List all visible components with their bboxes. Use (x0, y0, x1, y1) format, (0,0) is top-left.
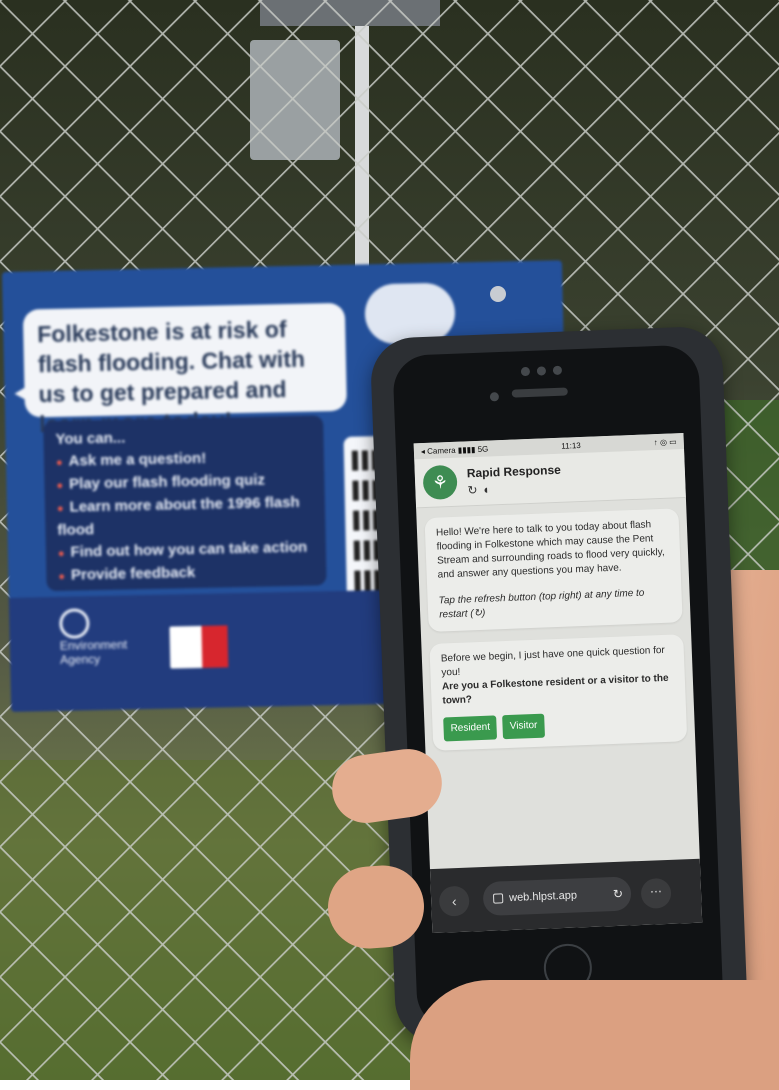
chat-thread: Hello! We're here to talk to you today a… (416, 498, 696, 761)
status-right: ↑ ◎ ▭ (653, 436, 677, 447)
tabs-icon (492, 893, 504, 904)
kent-council-logo (169, 625, 229, 669)
sign-options-panel: You can... Ask me a question! Play our f… (43, 415, 327, 592)
restart-hint: Tap the refresh button (top right) at an… (438, 587, 645, 621)
earpiece (511, 387, 568, 398)
back-button[interactable]: ‹ (438, 885, 470, 917)
visitor-button[interactable]: Visitor (502, 713, 545, 740)
chat-message: Before we begin, I just have one quick q… (429, 634, 688, 751)
tree-icon: ⚘ (422, 464, 458, 501)
sign-screw (490, 286, 506, 302)
environment-agency-logo: Environment Agency (59, 607, 160, 667)
status-left: ◂ Camera ▮▮▮▮ 5G (420, 444, 489, 456)
contrast-icon[interactable]: ◐ (483, 482, 497, 496)
phone-screen: ◂ Camera ▮▮▮▮ 5G 11:13 ↑ ◎ ▭ ⚘ Rapid Res… (413, 433, 703, 934)
browser-toolbar: ‹ web.hlpst.app ↻ ⋯ (429, 858, 703, 934)
front-sensor (552, 365, 563, 375)
phone-bezel: ◂ Camera ▮▮▮▮ 5G 11:13 ↑ ◎ ▭ ⚘ Rapid Res… (392, 344, 724, 1030)
url-bar[interactable]: web.hlpst.app ↻ (482, 876, 632, 917)
sign-item: Learn more about the 1996 flash flood (57, 492, 314, 542)
app-title: Rapid Response (466, 462, 562, 480)
reload-icon[interactable]: ↻ (612, 877, 624, 911)
sign-item: Provide feedback (58, 560, 314, 588)
header-actions[interactable]: ↻◐ (467, 479, 561, 497)
front-sensor (520, 366, 531, 377)
chat-message: Hello! We're here to talk to you today a… (424, 508, 683, 632)
sign-headline: Folkestone is at risk of flash flooding.… (22, 302, 347, 437)
smartphone: ◂ Camera ▮▮▮▮ 5G 11:13 ↑ ◎ ▭ ⚘ Rapid Res… (369, 325, 749, 1045)
refresh-icon[interactable]: ↻ (467, 482, 484, 497)
front-sensor (536, 366, 547, 376)
cloud-icon (364, 282, 456, 345)
url-text: web.hlpst.app (508, 889, 578, 905)
intro-text: Hello! We're here to talk to you today a… (435, 519, 665, 581)
more-button[interactable]: ⋯ (640, 877, 672, 909)
resident-button[interactable]: Resident (443, 715, 498, 742)
status-time: 11:13 (561, 440, 581, 451)
palm (410, 980, 779, 1090)
front-camera (489, 392, 500, 402)
